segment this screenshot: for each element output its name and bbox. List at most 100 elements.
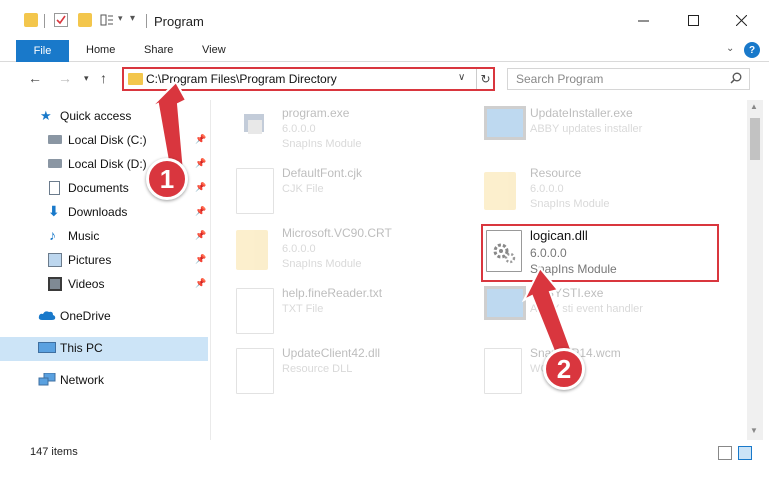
folder-icon xyxy=(484,172,516,210)
customize-view-icon[interactable] xyxy=(100,13,114,27)
file-name: program.exe xyxy=(282,106,350,120)
up-arrow-icon[interactable]: ↑ xyxy=(100,70,107,86)
ribbon-bar xyxy=(0,40,769,62)
sidebar-item-label: Network xyxy=(60,373,105,387)
pin-icon[interactable]: 📌 xyxy=(195,230,206,241)
videos-icon xyxy=(48,277,62,291)
vertical-scrollbar[interactable]: ▲ ▼ xyxy=(747,100,763,440)
file-description: SnapIns Module xyxy=(282,258,362,270)
folder-icon xyxy=(24,13,38,27)
highlight-box xyxy=(481,224,719,282)
sidebar-item-videos[interactable]: Videos 📌 xyxy=(0,273,208,297)
title-separator xyxy=(146,14,147,28)
back-arrow-icon[interactable]: ← xyxy=(28,70,42,86)
file-name: UpdateInstaller.exe xyxy=(530,106,633,120)
document-icon xyxy=(484,348,522,394)
pane-divider[interactable] xyxy=(210,100,211,440)
pin-icon[interactable]: 📌 xyxy=(195,254,206,265)
quick-access-toolbar-icon[interactable]: ▾ xyxy=(130,13,144,27)
file-name: DefaultFont.cjk xyxy=(282,166,363,180)
scrollbar-thumb[interactable] xyxy=(750,118,760,160)
chevron-down-icon[interactable]: ∨ xyxy=(458,72,465,83)
file-item-defaultfont[interactable]: DefaultFont.cjk CJK File xyxy=(236,164,466,220)
search-box[interactable]: Search Program xyxy=(507,68,750,90)
details-view-icon[interactable] xyxy=(718,446,732,460)
close-button[interactable] xyxy=(718,0,764,40)
help-icon[interactable]: ? xyxy=(744,42,760,58)
pin-icon[interactable]: 📌 xyxy=(195,158,206,169)
title-bar: ▾ ▾ Program xyxy=(0,0,769,40)
maximize-button[interactable] xyxy=(670,0,716,40)
file-item-abbysti[interactable]: ABBYSTI.exe ABBY sti event handler xyxy=(484,284,714,340)
sidebar-item-pictures[interactable]: Pictures 📌 xyxy=(0,249,208,273)
address-path[interactable]: C:\Program Files\Program Directory xyxy=(146,72,337,86)
drive-icon xyxy=(48,135,62,144)
properties-icon[interactable] xyxy=(54,13,68,27)
sidebar-item-this-pc[interactable]: This PC xyxy=(0,337,208,361)
file-description: ABBY sti event handler xyxy=(530,303,643,315)
pin-icon[interactable]: 📌 xyxy=(195,278,206,289)
search-icon[interactable] xyxy=(730,72,742,87)
star-icon: ★ xyxy=(40,108,52,123)
tiles-view-icon[interactable] xyxy=(738,446,752,460)
document-icon xyxy=(236,168,274,214)
file-description: SnapIns Module xyxy=(530,198,610,210)
file-item-snapimp14[interactable]: SnapIMP14.wcm WCM xyxy=(484,344,714,400)
file-item-help-finereader[interactable]: help.fineReader.txt TXT File xyxy=(236,284,466,340)
refresh-icon[interactable]: ↻ xyxy=(476,69,494,89)
scroll-up-icon[interactable]: ▲ xyxy=(750,102,758,111)
tab-home[interactable]: Home xyxy=(86,44,115,56)
file-type: CJK File xyxy=(282,183,324,195)
chevron-down-icon[interactable]: ⌄ xyxy=(726,43,734,54)
folder-icon xyxy=(128,73,143,85)
sidebar-item-label: Downloads xyxy=(68,205,128,219)
file-name: ABBYSTI.exe xyxy=(530,286,604,300)
tab-file[interactable]: File xyxy=(16,40,69,62)
sidebar-item-label: Music xyxy=(68,229,100,243)
tab-view[interactable]: View xyxy=(202,44,226,56)
navigation-pane: ★ Quick access Local Disk (C:) 📌 Local D… xyxy=(0,100,210,440)
sidebar-item-downloads[interactable]: ⬇ Downloads 📌 xyxy=(0,201,208,225)
sidebar-item-label: Quick access xyxy=(60,109,132,123)
forward-arrow-icon[interactable]: → xyxy=(58,70,72,86)
sidebar-item-label: Pictures xyxy=(68,253,112,267)
installer-icon xyxy=(484,286,526,320)
search-input[interactable]: Search Program xyxy=(516,72,603,86)
file-description: Resource DLL xyxy=(282,363,353,375)
new-folder-icon[interactable] xyxy=(78,13,92,27)
sidebar-item-local-disk-c[interactable]: Local Disk (C:) 📌 xyxy=(0,129,208,153)
documents-icon xyxy=(49,181,60,195)
sidebar-item-network[interactable]: Network xyxy=(0,369,208,393)
installer-icon xyxy=(484,106,526,140)
exe-file-icon xyxy=(242,110,268,138)
file-item-program-exe[interactable]: program.exe 6.0.0.0 SnapIns Module xyxy=(236,104,466,160)
address-bar[interactable]: C:\Program Files\Program Directory ∨ ↻ xyxy=(122,67,495,91)
pin-icon[interactable]: 📌 xyxy=(195,182,206,193)
sidebar-item-music[interactable]: ♪ Music 📌 xyxy=(0,225,208,249)
recent-locations-icon[interactable]: ▾ xyxy=(84,73,89,84)
sidebar-item-onedrive[interactable]: OneDrive xyxy=(0,305,208,329)
sidebar-item-label: OneDrive xyxy=(60,309,111,323)
scroll-down-icon[interactable]: ▼ xyxy=(750,426,758,435)
pin-icon[interactable]: 📌 xyxy=(195,134,206,145)
sidebar-item-label: This PC xyxy=(60,341,103,355)
file-description: SnapIns Module xyxy=(282,138,362,150)
minimize-button[interactable] xyxy=(620,0,666,40)
tab-share[interactable]: Share xyxy=(144,44,173,56)
file-name: help.fineReader.txt xyxy=(282,286,383,300)
file-version: 6.0.0.0 xyxy=(282,123,316,135)
file-item-updateclient42[interactable]: UpdateClient42.dll Resource DLL xyxy=(236,344,466,400)
file-item-microsoft-vc90-crt[interactable]: Microsoft.VC90.CRT 6.0.0.0 SnapIns Modul… xyxy=(236,224,466,280)
download-icon: ⬇ xyxy=(48,203,60,219)
file-name: UpdateClient42.dll xyxy=(282,346,381,360)
title-separator xyxy=(44,14,45,28)
cloud-icon xyxy=(38,309,56,323)
file-item-updateinstaller[interactable]: UpdateInstaller.exe ABBY updates install… xyxy=(484,104,714,160)
sidebar-item-quick-access[interactable]: ★ Quick access xyxy=(0,105,208,129)
file-item-resource[interactable]: Resource 6.0.0.0 SnapIns Module xyxy=(484,164,714,220)
pin-icon[interactable]: 📌 xyxy=(195,206,206,217)
file-type: TXT File xyxy=(282,303,324,315)
file-version: 6.0.0.0 xyxy=(282,243,316,255)
music-icon: ♪ xyxy=(49,227,56,243)
file-name: Resource xyxy=(530,166,582,180)
